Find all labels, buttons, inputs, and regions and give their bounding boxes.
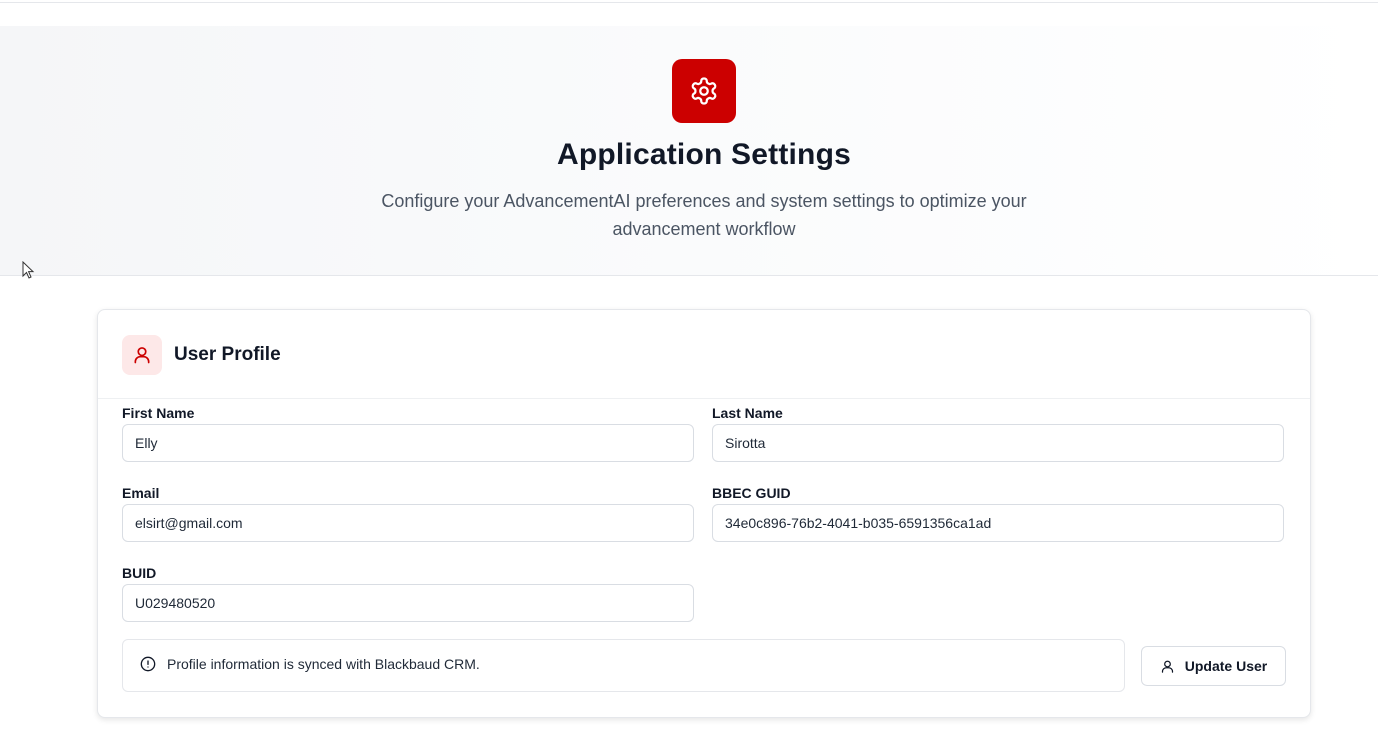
- page-subtitle-line2: advancement workflow: [612, 219, 796, 239]
- last-name-label: Last Name: [712, 405, 783, 421]
- buid-input[interactable]: [122, 584, 694, 622]
- page-subtitle: Configure your AdvancementAI preferences…: [374, 187, 1034, 243]
- bbec-guid-label: BBEC GUID: [712, 485, 791, 501]
- first-name-label: First Name: [122, 405, 195, 421]
- user-profile-title: User Profile: [174, 344, 281, 365]
- settings-hero: Application Settings Configure your Adva…: [0, 26, 1378, 276]
- sync-notice-text: Profile information is synced with Black…: [167, 656, 480, 672]
- user-icon-badge: [122, 335, 162, 375]
- update-user-button[interactable]: Update User: [1141, 646, 1286, 686]
- gear-icon-badge: [672, 59, 736, 123]
- user-icon: [134, 347, 150, 364]
- gear-icon: [691, 77, 717, 105]
- first-name-input[interactable]: [122, 424, 694, 462]
- user-profile-card: User Profile First Name Last Name Email …: [97, 309, 1311, 718]
- user-icon: [1161, 660, 1173, 673]
- email-label: Email: [122, 485, 160, 501]
- bbec-guid-input[interactable]: [712, 504, 1284, 542]
- top-divider: [0, 2, 1378, 3]
- email-input[interactable]: [122, 504, 694, 542]
- buid-label: BUID: [122, 565, 157, 581]
- page-title: Application Settings: [556, 138, 851, 171]
- mouse-cursor-icon: [22, 261, 35, 279]
- update-user-label: Update User: [1184, 658, 1268, 674]
- page-subtitle-line1: Configure your AdvancementAI preferences…: [381, 191, 1027, 211]
- alert-circle-icon: [140, 656, 156, 672]
- user-profile-header: User Profile: [98, 310, 1310, 399]
- sync-notice: Profile information is synced with Black…: [122, 639, 1125, 692]
- last-name-input[interactable]: [712, 424, 1284, 462]
